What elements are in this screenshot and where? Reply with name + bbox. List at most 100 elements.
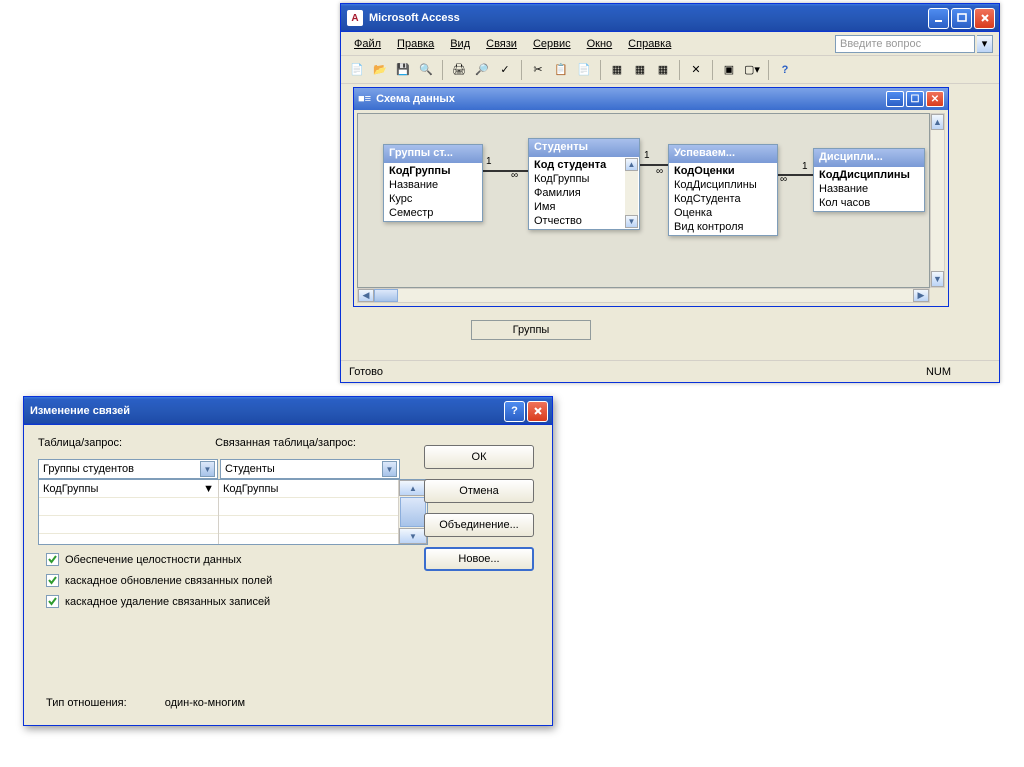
table-scrollbar[interactable]: ▲▼: [625, 158, 638, 228]
grid-scrollbar[interactable]: ▲ ▼: [399, 480, 427, 544]
table-field[interactable]: Код студента: [529, 158, 625, 172]
scroll-left-icon[interactable]: ◀: [358, 289, 374, 302]
menu-edit[interactable]: Правка: [390, 35, 441, 53]
scroll-up-icon[interactable]: ▲: [931, 114, 944, 130]
open-icon[interactable]: 📂: [370, 60, 390, 80]
cascade-delete-checkbox[interactable]: [46, 595, 59, 608]
table-box-title[interactable]: Дисципли...: [814, 149, 924, 167]
vertical-scrollbar[interactable]: ▲ ▼: [930, 113, 945, 288]
right-table-value: Студенты: [225, 463, 382, 475]
cancel-button[interactable]: Отмена: [424, 479, 534, 503]
menu-window[interactable]: Окно: [580, 35, 620, 53]
help-search-input[interactable]: Введите вопрос: [835, 35, 975, 53]
preview-icon[interactable]: 🔎: [472, 60, 492, 80]
db-window-icon[interactable]: ▣: [719, 60, 739, 80]
table-box[interactable]: Успеваем...КодОценкиКодДисциплиныКодСтуд…: [668, 144, 778, 236]
left-table-combo[interactable]: Группы студентов ▼: [38, 459, 218, 479]
field-cell-empty[interactable]: [219, 516, 398, 534]
scroll-down-icon[interactable]: ▼: [931, 271, 944, 287]
table-field[interactable]: Название: [814, 182, 924, 196]
tab-strip[interactable]: Группы: [471, 320, 591, 340]
table-field[interactable]: Название: [384, 178, 482, 192]
cascade-update-checkbox[interactable]: [46, 574, 59, 587]
scroll-up-icon[interactable]: ▲: [399, 480, 427, 496]
cut-icon[interactable]: ✂: [528, 60, 548, 80]
menu-help[interactable]: Справка: [621, 35, 678, 53]
dialog-close-button[interactable]: [527, 401, 548, 422]
relation-add-table-icon[interactable]: ▦: [607, 60, 627, 80]
table-field[interactable]: КодГруппы: [384, 164, 482, 178]
table-field[interactable]: Вид контроля: [669, 220, 777, 234]
join-button[interactable]: Объединение...: [424, 513, 534, 537]
scroll-right-icon[interactable]: ▶: [913, 289, 929, 302]
main-titlebar[interactable]: A Microsoft Access: [341, 4, 999, 32]
left-field-cell[interactable]: КодГруппы ▼: [39, 480, 218, 498]
horizontal-scrollbar[interactable]: ◀ ▶: [357, 288, 930, 303]
scroll-thumb[interactable]: [374, 289, 398, 302]
rel-maximize-button[interactable]: ☐: [906, 91, 924, 107]
table-field[interactable]: Фамилия: [529, 186, 625, 200]
new-icon[interactable]: 📄: [347, 60, 367, 80]
search-icon[interactable]: 🔍: [416, 60, 436, 80]
menu-relations[interactable]: Связи: [479, 35, 524, 53]
enforce-integrity-checkbox[interactable]: [46, 553, 59, 566]
scroll-down-icon[interactable]: ▼: [625, 215, 638, 228]
main-minimize-button[interactable]: [928, 8, 949, 29]
relationships-titlebar[interactable]: ■≡ Схема данных — ☐ ✕: [354, 88, 948, 110]
relationships-canvas[interactable]: 1 ∞ 1 ∞ ∞ 1 Группы ст...КодГруппыНазвани…: [357, 113, 930, 288]
copy-icon[interactable]: 📋: [551, 60, 571, 80]
help-search-dropdown[interactable]: ▾: [977, 35, 993, 53]
new-button[interactable]: Новое...: [424, 547, 534, 571]
table-field[interactable]: КодДисциплины: [669, 178, 777, 192]
scroll-thumb[interactable]: [400, 497, 426, 527]
access-app-icon: A: [347, 10, 363, 26]
relation-line[interactable]: [481, 170, 529, 172]
field-cell-empty[interactable]: [219, 498, 398, 516]
new-object-icon[interactable]: ▢▾: [742, 60, 762, 80]
save-icon[interactable]: 💾: [393, 60, 413, 80]
table-field[interactable]: КодДисциплины: [814, 168, 924, 182]
table-field[interactable]: Семестр: [384, 206, 482, 220]
help-icon[interactable]: ?: [775, 60, 795, 80]
scroll-up-icon[interactable]: ▲: [625, 158, 638, 171]
table-field[interactable]: КодОценки: [669, 164, 777, 178]
field-cell-empty[interactable]: [39, 498, 218, 516]
right-table-combo[interactable]: Студенты ▼: [220, 459, 400, 479]
paste-icon[interactable]: 📄: [574, 60, 594, 80]
main-close-button[interactable]: [974, 8, 995, 29]
dialog-help-button[interactable]: ?: [504, 401, 525, 422]
delete-icon[interactable]: ✕: [686, 60, 706, 80]
table-box[interactable]: Группы ст...КодГруппыНазваниеКурсСеместр: [383, 144, 483, 222]
relation-line[interactable]: [640, 164, 668, 166]
table-field[interactable]: Отчество: [529, 214, 625, 228]
rel-minimize-button[interactable]: —: [886, 91, 904, 107]
menu-service[interactable]: Сервис: [526, 35, 578, 53]
field-cell-empty[interactable]: [39, 516, 218, 534]
right-field-cell[interactable]: КодГруппы: [219, 480, 398, 498]
scroll-down-icon[interactable]: ▼: [399, 528, 427, 544]
main-maximize-button[interactable]: [951, 8, 972, 29]
print-icon[interactable]: 🖨: [449, 60, 469, 80]
relation-show-all-icon[interactable]: ▦: [630, 60, 650, 80]
chevron-down-icon[interactable]: ▼: [203, 483, 214, 495]
table-field[interactable]: Кол часов: [814, 196, 924, 210]
table-field[interactable]: Курс: [384, 192, 482, 206]
chevron-down-icon[interactable]: ▼: [382, 461, 397, 477]
table-field[interactable]: Имя: [529, 200, 625, 214]
table-box-title[interactable]: Студенты: [529, 139, 639, 157]
dialog-titlebar[interactable]: Изменение связей ?: [24, 397, 552, 425]
spellcheck-icon[interactable]: ✓: [495, 60, 515, 80]
rel-close-button[interactable]: ✕: [926, 91, 944, 107]
table-box-title[interactable]: Группы ст...: [384, 145, 482, 163]
table-box[interactable]: Дисципли...КодДисциплиныНазваниеКол часо…: [813, 148, 925, 212]
table-box-title[interactable]: Успеваем...: [669, 145, 777, 163]
chevron-down-icon[interactable]: ▼: [200, 461, 215, 477]
menu-file[interactable]: Файл: [347, 35, 388, 53]
ok-button[interactable]: ОК: [424, 445, 534, 469]
table-box[interactable]: СтудентыКод студентаКодГруппыФамилияИмяО…: [528, 138, 640, 230]
table-field[interactable]: Оценка: [669, 206, 777, 220]
relation-layout-icon[interactable]: ▦: [653, 60, 673, 80]
table-field[interactable]: КодСтудента: [669, 192, 777, 206]
table-field[interactable]: КодГруппы: [529, 172, 625, 186]
menu-view[interactable]: Вид: [443, 35, 477, 53]
